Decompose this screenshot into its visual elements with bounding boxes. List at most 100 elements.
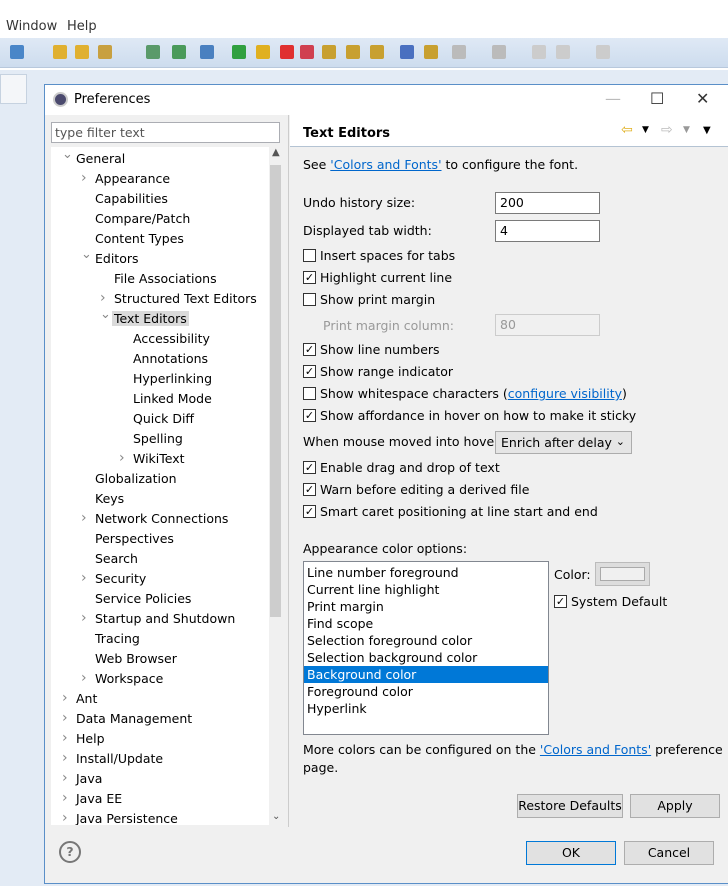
tree-item[interactable]: ⌄ Editors: [81, 247, 139, 269]
back-dropdown-icon[interactable]: ▼: [642, 125, 649, 135]
checkbox[interactable]: ✓ Enable drag and drop of text: [303, 460, 500, 475]
filter-input[interactable]: type filter text: [51, 122, 280, 143]
tree-item[interactable]: Globalization: [95, 469, 177, 489]
cancel-button[interactable]: Cancel: [624, 841, 714, 865]
tree-item[interactable]: Compare/Patch: [95, 209, 190, 229]
configure-visibility-link[interactable]: configure visibility: [508, 386, 622, 401]
color-option[interactable]: Background color: [304, 666, 548, 683]
checkbox[interactable]: ✓ Highlight current line: [303, 270, 452, 285]
tree-item[interactable]: Tracing: [95, 629, 140, 649]
tree-item[interactable]: › Data Management: [62, 709, 192, 729]
toolbar-button[interactable]: [98, 45, 112, 59]
view-menu-icon[interactable]: ▼: [703, 125, 711, 136]
tree-item[interactable]: Spelling: [133, 429, 183, 449]
checked-box-icon[interactable]: ✓: [303, 461, 316, 474]
scrollbar-thumb[interactable]: [270, 165, 281, 617]
checkbox[interactable]: ✓ Smart caret positioning at line start a…: [303, 504, 598, 519]
print-margin-input[interactable]: 80: [495, 314, 600, 336]
tree-item[interactable]: Web Browser: [95, 649, 177, 669]
expanded-arrow-icon[interactable]: ⌄: [62, 147, 73, 165]
collapsed-arrow-icon[interactable]: ›: [81, 608, 87, 628]
minimize-button[interactable]: —: [605, 89, 621, 108]
collapsed-arrow-icon[interactable]: ›: [62, 788, 68, 808]
checked-box-icon[interactable]: ✓: [303, 505, 316, 518]
tree-item[interactable]: Hyperlinking: [133, 369, 212, 389]
scroll-down-icon[interactable]: ⌄: [272, 811, 280, 822]
collapsed-arrow-icon[interactable]: ›: [62, 708, 68, 728]
color-options-list[interactable]: Line number foreground Current line highl…: [303, 561, 549, 735]
tree-item[interactable]: Capabilities: [95, 189, 168, 209]
checkbox[interactable]: Insert spaces for tabs: [303, 248, 455, 263]
color-option[interactable]: Hyperlink: [304, 700, 548, 717]
menu-help[interactable]: Help: [67, 19, 97, 34]
maximize-button[interactable]: ☐: [650, 89, 664, 108]
checkbox[interactable]: ✓ Warn before editing a derived file: [303, 482, 529, 497]
checkbox[interactable]: ✓ Show affordance in hover on how to make…: [303, 408, 636, 423]
color-picker-button[interactable]: [595, 562, 650, 586]
tree-item[interactable]: Accessibility: [133, 329, 210, 349]
apply-button[interactable]: Apply: [630, 794, 720, 818]
checkbox[interactable]: ✓ Show range indicator: [303, 364, 453, 379]
color-option[interactable]: Foreground color: [304, 683, 548, 700]
checkbox[interactable]: Show whitespace characters (configure vi…: [303, 386, 627, 401]
toolbar-button[interactable]: [232, 45, 246, 59]
color-option[interactable]: Line number foreground: [304, 564, 548, 581]
toolbar-button[interactable]: [280, 45, 294, 59]
tree-item[interactable]: › Java EE: [62, 789, 122, 809]
toolbar-button[interactable]: [556, 45, 570, 59]
tree-item[interactable]: › Security: [81, 569, 146, 589]
checked-box-icon[interactable]: ✓: [303, 365, 316, 378]
restore-defaults-button[interactable]: Restore Defaults: [517, 794, 623, 818]
collapsed-arrow-icon[interactable]: ›: [62, 688, 68, 708]
colors-fonts-link[interactable]: 'Colors and Fonts': [330, 157, 441, 172]
collapsed-arrow-icon[interactable]: ›: [81, 168, 87, 188]
tree-item[interactable]: › Install/Update: [62, 749, 163, 769]
toolbar-button[interactable]: [532, 45, 546, 59]
tree-item[interactable]: › Java Persistence: [62, 809, 178, 825]
collapsed-arrow-icon[interactable]: ›: [119, 448, 125, 468]
close-button[interactable]: ✕: [696, 89, 709, 108]
tree-item[interactable]: Annotations: [133, 349, 208, 369]
tree-item[interactable]: › Structured Text Editors: [100, 289, 257, 309]
forward-dropdown-icon[interactable]: ▼: [683, 125, 690, 135]
toolbar-button[interactable]: [596, 45, 610, 59]
toolbar-button[interactable]: [256, 45, 270, 59]
color-option[interactable]: Current line highlight: [304, 581, 548, 598]
tree-item[interactable]: Perspectives: [95, 529, 174, 549]
menu-window[interactable]: Window: [6, 19, 57, 34]
collapsed-arrow-icon[interactable]: ›: [81, 508, 87, 528]
tree-item[interactable]: Keys: [95, 489, 124, 509]
toolbar-button[interactable]: [75, 45, 89, 59]
toolbar-button[interactable]: [200, 45, 214, 59]
tree-item[interactable]: › Network Connections: [81, 509, 228, 529]
toolbar-button[interactable]: [322, 45, 336, 59]
sash[interactable]: [288, 115, 289, 827]
tree-item[interactable]: › Help: [62, 729, 105, 749]
help-icon[interactable]: ?: [59, 841, 81, 863]
tree-item[interactable]: File Associations: [114, 269, 217, 289]
checkbox[interactable]: Show print margin: [303, 292, 435, 307]
tree-item[interactable]: › Java: [62, 769, 102, 789]
checked-box-icon[interactable]: ✓: [303, 483, 316, 496]
toolbar-button[interactable]: [146, 45, 160, 59]
tree-item[interactable]: › Ant: [62, 689, 97, 709]
checked-box-icon[interactable]: ✓: [303, 271, 316, 284]
tab-width-input[interactable]: 4: [495, 220, 600, 242]
toolbar-button[interactable]: [10, 45, 24, 59]
toolbar-button[interactable]: [452, 45, 466, 59]
collapsed-arrow-icon[interactable]: ›: [81, 668, 87, 688]
colors-fonts-link-2[interactable]: 'Colors and Fonts': [540, 742, 651, 757]
checkbox[interactable]: ✓ Show line numbers: [303, 342, 440, 357]
toolbar-button[interactable]: [400, 45, 414, 59]
tree-item[interactable]: Service Policies: [95, 589, 191, 609]
toolbar-button[interactable]: [172, 45, 186, 59]
system-default-checkbox[interactable]: ✓ System Default: [554, 594, 667, 609]
tree-item[interactable]: Quick Diff: [133, 409, 194, 429]
back-icon[interactable]: ⇦: [621, 122, 633, 138]
expanded-arrow-icon[interactable]: ⌄: [100, 305, 111, 325]
toolbar-button[interactable]: [424, 45, 438, 59]
toolbar-button[interactable]: [300, 45, 314, 59]
maximize-view-button[interactable]: [0, 74, 27, 104]
tree-item[interactable]: › Startup and Shutdown: [81, 609, 235, 629]
checked-box-icon[interactable]: ✓: [303, 343, 316, 356]
